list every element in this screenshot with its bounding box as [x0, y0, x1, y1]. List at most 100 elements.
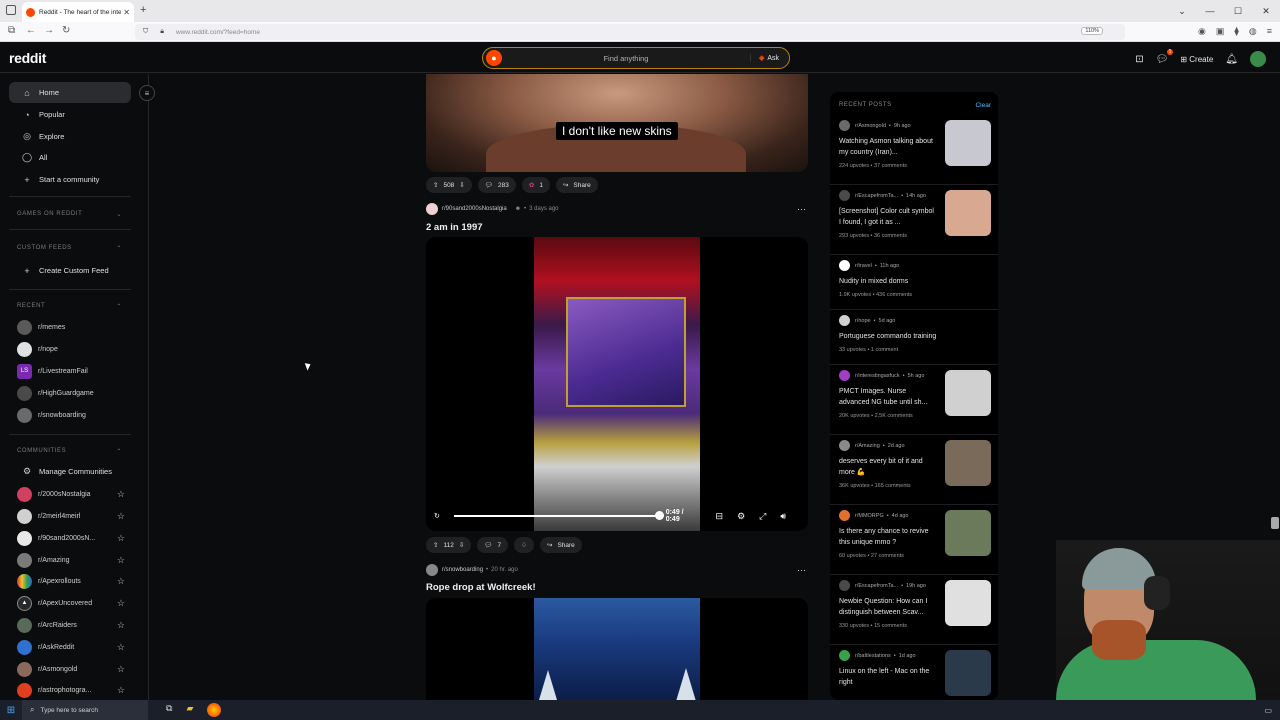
communities-section-header[interactable]: COMMUNITIES ⌃ [17, 448, 122, 455]
windows-start-icon[interactable]: ⊞ [0, 705, 22, 716]
subreddit-name[interactable]: r/MMORPG [855, 513, 884, 519]
extension-icon[interactable]: ◉ [1198, 26, 1206, 37]
url-bar[interactable]: ⛉ 🔒︎ www.reddit.com/?feed=home 110% [135, 24, 1125, 40]
new-tab-icon[interactable]: + [140, 4, 146, 16]
recent-post-item[interactable]: r/Amazing • 2d ago deserves every bit of it… [839, 440, 991, 489]
replay-icon[interactable]: ↻ [434, 512, 440, 520]
chat-icon[interactable]: 💬︎ 1 [1156, 48, 1174, 65]
comments-button[interactable]: 💬︎ 7 [477, 537, 509, 553]
star-icon[interactable]: ☆ [117, 489, 125, 500]
recent-item[interactable]: r/snowboarding [17, 406, 125, 424]
community-item[interactable]: r/ArcRaiders ☆ [17, 616, 125, 634]
recent-item[interactable]: r/memes [17, 318, 125, 336]
chevron-down-icon[interactable]: ⌄ [1168, 0, 1196, 22]
file-explorer-icon[interactable]: ▰ [186, 703, 193, 717]
recent-post-title[interactable]: Nudity in mixed dorms [839, 276, 989, 287]
search-bar[interactable]: ● Find anything ◈ Ask [482, 47, 790, 69]
games-section-header[interactable]: GAMES ON REDDIT ⌄ [17, 211, 122, 218]
more-options-icon[interactable]: ⋯ [797, 204, 806, 215]
extensions-icon[interactable]: ⧫ [1234, 26, 1238, 37]
taskbar-search[interactable]: ⌕ Type here to search [22, 700, 148, 720]
star-icon[interactable]: ☆ [117, 620, 125, 631]
reddit-logo[interactable]: reddit [9, 50, 46, 66]
subreddit-name[interactable]: r/EscapefromTa... [855, 583, 898, 589]
community-item[interactable]: r/2meirl4meirl ☆ [17, 507, 125, 525]
fullscreen-icon[interactable]: ⤢ [759, 511, 766, 522]
recent-post-thumbnail[interactable] [945, 120, 991, 166]
community-item[interactable]: r/2000sNostalgia ☆ [17, 485, 125, 503]
recent-item[interactable]: r/HighGuardgame [17, 384, 125, 402]
community-item[interactable]: r/Amazing ☆ [17, 551, 125, 569]
sidebar-item-start-community[interactable]: + Start a community [9, 169, 131, 190]
custom-feeds-section-header[interactable]: CUSTOM FEEDS ⌃ [17, 245, 122, 252]
minimize-icon[interactable]: — [1196, 0, 1224, 22]
subreddit-link[interactable]: r/90sand2000sNostalgia [442, 206, 507, 212]
scrollbar-thumb[interactable] [1271, 517, 1279, 529]
star-icon[interactable]: ☆ [117, 664, 125, 675]
award-button[interactable]: ✿ 1 [521, 177, 550, 193]
sidebar-toggle-icon[interactable] [6, 5, 16, 15]
subreddit-name[interactable]: r/nope [855, 318, 871, 324]
shield-icon[interactable]: ⛉ [143, 28, 148, 36]
recent-post-item[interactable]: r/travel • 11h ago Nudity in mixed dorms 1.9… [839, 260, 991, 298]
subreddit-name[interactable]: r/Amazing [855, 443, 880, 449]
recent-post-item[interactable]: r/battlestations • 1d ago Linux on the left… [839, 650, 991, 696]
star-icon[interactable]: ☆ [117, 511, 125, 522]
upvote-icon[interactable]: ⇧ [433, 181, 438, 189]
recent-post-item[interactable]: r/interestingasfuck • 5h ago PMCT Images. N… [839, 370, 991, 419]
recent-post-item[interactable]: r/nope • 5d ago Portuguese commando trainin… [839, 315, 991, 353]
create-custom-feed[interactable]: + Create Custom Feed [9, 260, 131, 281]
sidebar-item-popular[interactable]: ◔ Popular [9, 104, 131, 125]
recent-post-item[interactable]: r/EscapefromTa... • 14h ago [Screenshot] Co… [839, 190, 991, 239]
subreddit-name[interactable]: r/interestingasfuck [855, 373, 900, 379]
collapse-sidebar-button[interactable]: ≡ [139, 85, 155, 101]
recent-post-title[interactable]: Portuguese commando training [839, 331, 989, 342]
manage-communities[interactable]: ⚙ Manage Communities [9, 461, 131, 482]
recent-post-thumbnail[interactable] [945, 190, 991, 236]
subreddit-name[interactable]: r/EscapefromTa... [855, 193, 898, 199]
pocket-icon[interactable]: ▣ [1216, 26, 1225, 37]
post-title[interactable]: Rope drop at Wolfcreek! [426, 582, 536, 593]
recent-post-title[interactable]: Is there any chance to revive this uniqu… [839, 526, 935, 548]
star-icon[interactable]: ☆ [117, 533, 125, 544]
downvote-icon[interactable]: ⇩ [459, 181, 464, 189]
bell-icon[interactable]: 🔔︎ [1225, 54, 1238, 65]
community-item[interactable]: r/90sand2000sN... ☆ [17, 529, 125, 547]
downvote-icon[interactable]: ⇩ [459, 541, 464, 549]
recent-post-thumbnail[interactable] [945, 580, 991, 626]
notifications-icon[interactable]: ▭ [1264, 706, 1272, 715]
recent-post-title[interactable]: [Screenshot] Color cult symbol I found, … [839, 206, 935, 228]
zoom-level[interactable]: 110% [1081, 27, 1103, 35]
close-window-icon[interactable]: ✕ [1252, 0, 1280, 22]
recent-post-thumbnail[interactable] [945, 650, 991, 696]
recent-post-thumbnail[interactable] [945, 440, 991, 486]
clear-button[interactable]: Clear [975, 102, 991, 109]
community-item[interactable]: r/astrophotogra... ☆ [17, 681, 125, 699]
sidebar-item-explore[interactable]: ◎ Explore [9, 126, 131, 147]
ask-button[interactable]: ◈ Ask [749, 54, 789, 62]
account-icon[interactable]: ◍ [1249, 26, 1257, 37]
post-title[interactable]: 2 am in 1997 [426, 222, 483, 233]
menu-icon[interactable]: ≡ [1267, 26, 1272, 37]
join-icon[interactable]: ☻ [515, 206, 521, 212]
recent-post-title[interactable]: deserves every bit of it and more 💪 [839, 456, 935, 478]
award-button[interactable]: ♢ [514, 537, 534, 553]
settings-icon[interactable]: ⚙ [737, 511, 745, 522]
browser-tab[interactable]: Reddit - The heart of the intern ✕ [22, 2, 134, 22]
recent-post-item[interactable]: r/MMORPG • 4d ago Is there any chance to re… [839, 510, 991, 559]
maximize-icon[interactable]: ☐ [1224, 0, 1252, 22]
recent-post-title[interactable]: PMCT Images. Nurse advanced NG tube unti… [839, 386, 935, 408]
sidebar-item-home[interactable]: ⌂ Home [9, 82, 131, 103]
recent-post-title[interactable]: Newbie Question: How can I distinguish b… [839, 596, 935, 618]
star-icon[interactable]: ☆ [117, 642, 125, 653]
subreddit-name[interactable]: r/Asmongold [855, 123, 886, 129]
recent-item[interactable]: r/nope [17, 340, 125, 358]
post-video-2[interactable]: ↻ 0:49 / 0:49 ⊟ ⚙ ⤢ 🔊︎ [426, 237, 808, 531]
post-video-1[interactable]: I don't like new skins [426, 74, 808, 172]
comments-button[interactable]: 💬︎ 283 [477, 177, 516, 193]
recent-post-title[interactable]: Watching Asmon talking about my country … [839, 136, 935, 158]
post-video-3[interactable] [426, 598, 808, 700]
lock-icon[interactable]: 🔒︎ [160, 28, 164, 36]
forward-icon[interactable]: → [44, 25, 54, 36]
close-tab-icon[interactable]: ✕ [123, 8, 130, 17]
